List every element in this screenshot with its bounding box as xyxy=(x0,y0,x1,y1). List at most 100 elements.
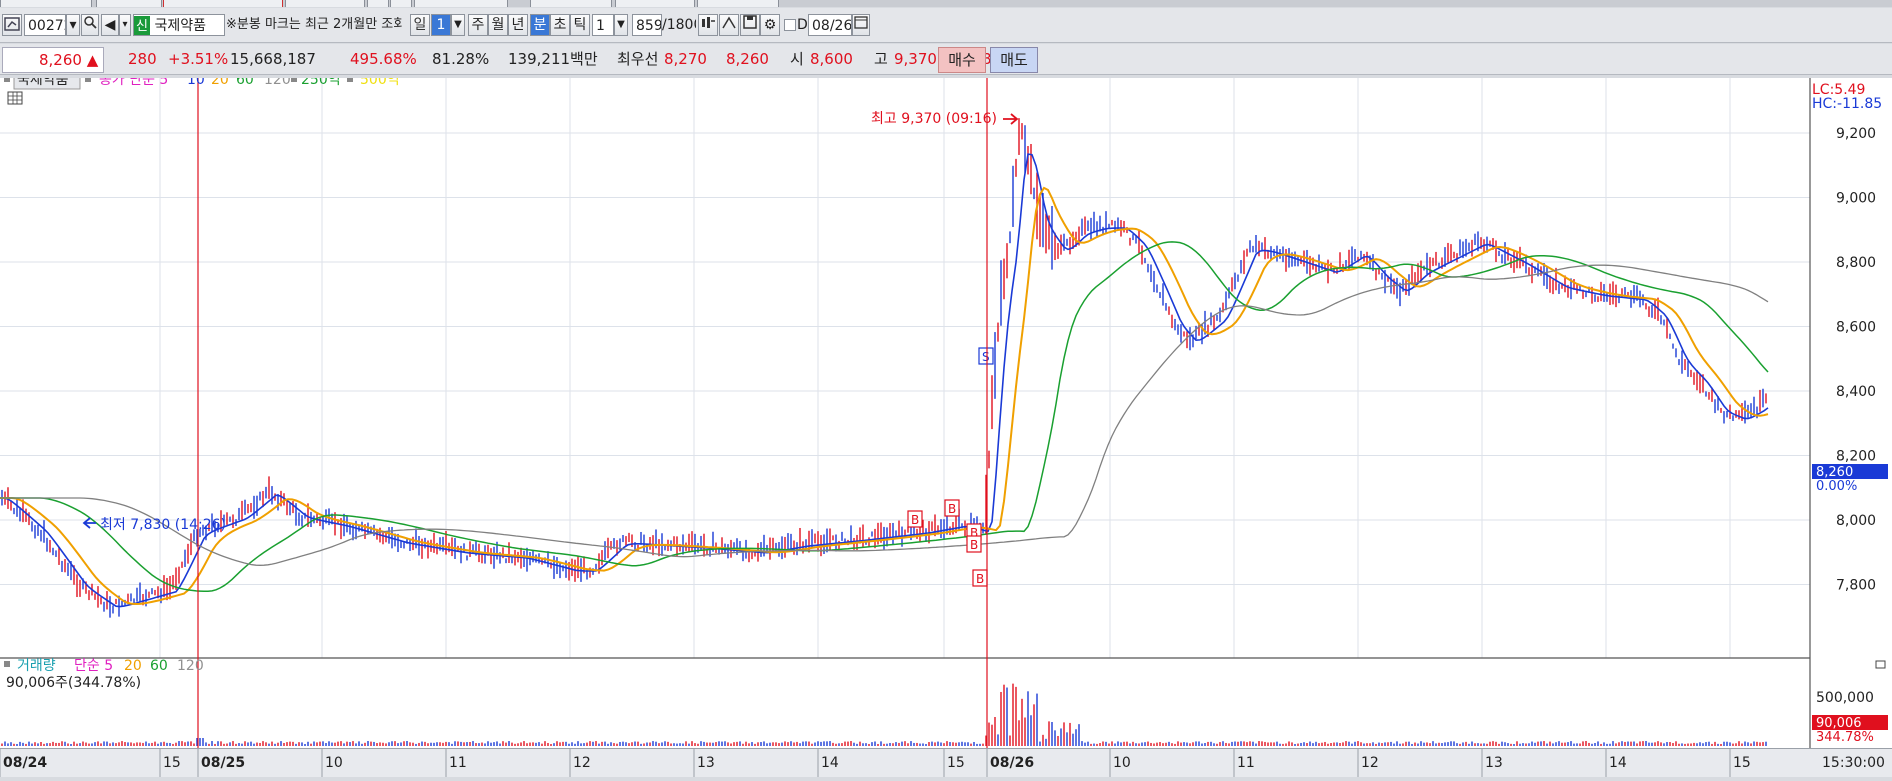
high-price: 9,370 xyxy=(894,50,937,68)
chart-toolbar: 002720 ▾ ◀ ▾ 신 국제약품 ※분봉 마크는 최근 2개월만 조회 일… xyxy=(0,8,1892,43)
time-axis-label: 08/26 xyxy=(990,755,1034,771)
legend-ma60: 60 xyxy=(236,78,254,88)
legend-ma120: 120 xyxy=(264,78,291,88)
stock-code-input[interactable]: 002720 xyxy=(24,14,66,36)
price-chart[interactable]: BBBBBS 국제약품 종가 단순 5 10 20 60 120 250억 50… xyxy=(0,68,1892,748)
current-volume-text: 90,006 xyxy=(1816,716,1862,731)
data-count-input[interactable]: 859 xyxy=(632,14,662,36)
time-axis-label: 14 xyxy=(821,755,839,771)
open-label: 시 xyxy=(790,50,804,68)
time-axis-label: 12 xyxy=(1361,755,1379,771)
legend-amount-250: 250억 xyxy=(301,78,341,88)
price-axis-tick: 7,800 xyxy=(1836,578,1876,594)
vol-legend-ma60: 60 xyxy=(150,658,168,674)
legend-amount-500: 500억 xyxy=(360,78,400,88)
period-year-button[interactable]: 년 xyxy=(508,14,528,36)
ma5-line xyxy=(0,153,1769,608)
turnover-rate: 81.28% xyxy=(432,50,490,68)
table-icon[interactable] xyxy=(7,91,23,105)
vol-legend-value: 90,006주(344.78%) xyxy=(6,675,141,691)
legend-ma-label: 종가 단순 5 xyxy=(99,78,168,88)
price-axis-tick: 8,000 xyxy=(1836,513,1876,529)
current-price-tag-text: 8,260 xyxy=(1816,465,1853,480)
date-checkbox[interactable] xyxy=(784,19,796,31)
open-price: 8,600 xyxy=(810,50,853,68)
price-axis-tick: 9,200 xyxy=(1836,126,1876,142)
time-axis-label: 10 xyxy=(1113,755,1131,771)
signal-mark-letter: B xyxy=(948,502,956,516)
chart-area[interactable]: BBBBBS 국제약품 종가 단순 5 10 20 60 120 250억 50… xyxy=(0,68,1892,748)
price-change-pct: +3.51% xyxy=(168,50,229,68)
stock-name: 국제약품 xyxy=(154,18,206,34)
period-second-button[interactable]: 초 xyxy=(550,14,570,36)
high-annotation: 최고 9,370 (09:16) xyxy=(871,111,997,127)
price-change: 280 xyxy=(128,50,157,68)
chart-type-icon[interactable] xyxy=(2,14,22,36)
best-sell-price: 8,270 xyxy=(664,50,707,68)
time-axis-label: 13 xyxy=(1485,755,1503,771)
current-price-pct: 0.00% xyxy=(1816,479,1857,494)
signal-mark-letter: B xyxy=(970,538,978,552)
stock-name-field[interactable]: 신 국제약품 xyxy=(133,14,225,36)
speaker-dropdown-icon[interactable]: ▾ xyxy=(119,14,131,36)
speaker-icon[interactable]: ◀ xyxy=(101,14,119,36)
up-arrow-icon: ▲ xyxy=(86,51,99,69)
price-box: 8,260 ▲ xyxy=(2,47,104,73)
quote-info-bar: 8,260 ▲ 280 +3.51% 15,668,187 495.68% 81… xyxy=(0,44,1892,75)
price-axis-tick: 9,000 xyxy=(1836,191,1876,207)
period-month-button[interactable]: 월 xyxy=(488,14,508,36)
price-axis-tick: 8,800 xyxy=(1836,255,1876,271)
legend-ma20: 20 xyxy=(211,78,229,88)
time-axis-clock: 15:30:00 xyxy=(1822,755,1885,771)
period-week-button[interactable]: 주 xyxy=(468,14,488,36)
period-day-button[interactable]: 일 xyxy=(410,14,430,36)
best-quote-label: 최우선 xyxy=(617,50,659,68)
trade-amount: 139,211백만 xyxy=(508,50,598,68)
signal-mark-letter: B xyxy=(976,572,984,586)
time-axis-label: 14 xyxy=(1609,755,1627,771)
legend-ma10: 10 xyxy=(187,78,205,88)
date-input[interactable]: 08/26 xyxy=(808,14,852,36)
interval-input[interactable]: 1 xyxy=(592,14,614,36)
current-price: 8,260 xyxy=(39,51,82,69)
signal-mark-letter: S xyxy=(982,350,990,364)
price-axis-tick: 8,200 xyxy=(1836,449,1876,465)
buy-button[interactable]: 매수 xyxy=(938,47,986,73)
data-count-total: /1800 xyxy=(662,17,696,33)
period-dropdown-icon[interactable]: ▼ xyxy=(451,14,465,36)
time-axis-label: 08/24 xyxy=(3,755,47,771)
vol-legend-label: 거래량 xyxy=(17,658,56,674)
search-icon[interactable] xyxy=(81,14,99,36)
low-annotation: 최저 7,830 (14:26) xyxy=(100,517,226,533)
period-n-input[interactable]: 1 xyxy=(431,14,451,36)
time-axis-label: 15 xyxy=(163,755,181,771)
vol-legend-ma120: 120 xyxy=(177,658,204,674)
time-axis-label: 15 xyxy=(1733,755,1751,771)
draw-icon[interactable] xyxy=(719,14,739,36)
calendar-icon[interactable] xyxy=(852,14,870,36)
save-icon[interactable] xyxy=(740,14,760,36)
minimize-icon[interactable] xyxy=(1875,660,1886,669)
current-volume-pct: 344.78% xyxy=(1816,730,1874,745)
sell-button[interactable]: 매도 xyxy=(990,47,1038,73)
time-axis-label: 12 xyxy=(573,755,591,771)
interval-dropdown-icon[interactable]: ▼ xyxy=(614,14,628,36)
price-axis-tick: 8,400 xyxy=(1836,384,1876,400)
signal-mark-letter: B xyxy=(911,513,919,527)
volume: 15,668,187 xyxy=(230,50,316,68)
vol-legend-ma20: 20 xyxy=(124,658,142,674)
time-axis-label: 10 xyxy=(325,755,343,771)
dropdown-icon[interactable]: ▾ xyxy=(66,14,80,36)
time-axis: 08/24 15 08/25 10 11 12 13 14 15 08/26 10 11 12 13 14 1… xyxy=(0,748,1892,777)
mark-notice: ※분봉 마크는 최근 2개월만 조회 xyxy=(226,17,402,32)
period-minute-button[interactable]: 분 xyxy=(530,14,550,36)
time-axis-label: 08/25 xyxy=(201,755,245,771)
time-axis-label: 11 xyxy=(1237,755,1255,771)
settings-icon[interactable]: ⚙ xyxy=(760,14,780,36)
period-tick-button[interactable]: 틱 xyxy=(570,14,590,36)
date-d-label: D xyxy=(797,17,807,33)
price-axis-tick: 8,600 xyxy=(1836,320,1876,336)
best-buy-price: 8,260 xyxy=(726,50,769,68)
high-label: 고 xyxy=(874,50,888,68)
indicator-icon[interactable] xyxy=(698,14,718,36)
